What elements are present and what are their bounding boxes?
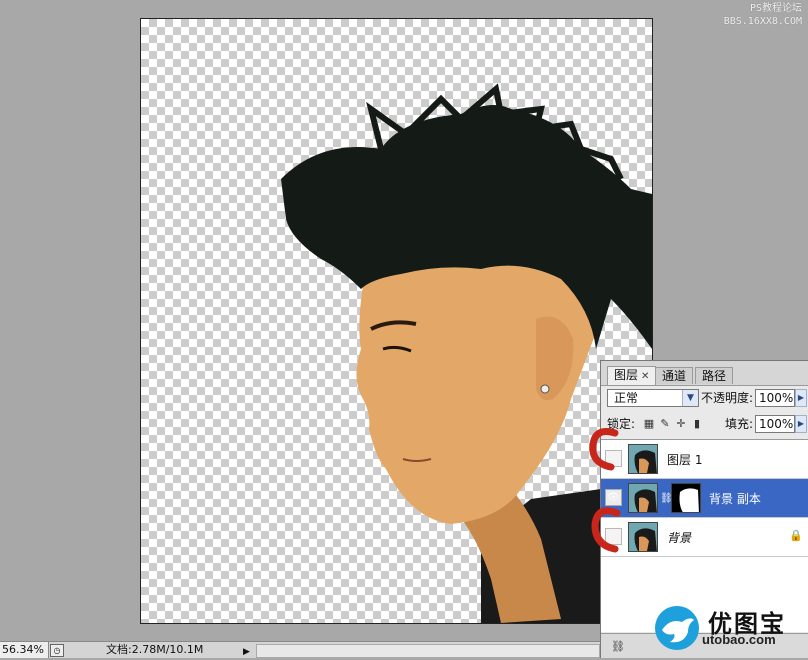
- logo-url: utobao.com: [702, 632, 776, 647]
- site-logo: 优图宝 utobao.com: [652, 604, 802, 652]
- close-icon[interactable]: ✕: [641, 371, 649, 382]
- tab-channels-label: 通道: [662, 369, 687, 383]
- status-menu-icon[interactable]: ◷: [50, 644, 64, 657]
- lock-all-icon[interactable]: ▮: [691, 418, 703, 430]
- layer-name[interactable]: 图层 1: [667, 451, 702, 468]
- link-layers-icon[interactable]: ⛓: [611, 640, 625, 653]
- fill-input[interactable]: 100%: [755, 415, 795, 433]
- tab-channels[interactable]: 通道: [655, 367, 694, 384]
- lock-brush-icon[interactable]: ✎: [659, 418, 671, 430]
- opacity-arrow-icon[interactable]: ▶: [795, 389, 807, 407]
- lock-transparency-icon[interactable]: ▦: [643, 418, 655, 430]
- blend-opacity-row: 正常 ▼ 不透明度: 100% ▶: [605, 389, 808, 409]
- document-info: 文档:2.78M/10.1M: [106, 643, 204, 656]
- status-arrow-icon[interactable]: ▶: [243, 644, 250, 660]
- bird-logo-icon: [655, 606, 699, 650]
- watermark-line1: PS教程论坛: [749, 3, 802, 14]
- opacity-label: 不透明度:: [701, 391, 754, 405]
- layer-name[interactable]: 背景 副本: [709, 490, 761, 507]
- layer-mask-thumbnail[interactable]: [671, 483, 701, 513]
- tab-paths-label: 路径: [702, 369, 727, 383]
- fill-arrow-icon[interactable]: ▶: [795, 415, 807, 433]
- document-canvas[interactable]: [140, 18, 653, 624]
- tab-layers-label: 图层: [614, 368, 639, 382]
- panel-tab-bar: 图层 ✕ 通道 路径: [601, 361, 808, 386]
- lock-icon: 🔒: [789, 529, 803, 542]
- lock-fill-row: 锁定: ▦ ✎ ✛ ▮ 填充: 100% ▶: [605, 415, 808, 436]
- tab-paths[interactable]: 路径: [695, 367, 734, 384]
- status-bar: 56.34% ◷ 文档:2.78M/10.1M ▶: [0, 641, 600, 658]
- chevron-down-icon[interactable]: ▼: [682, 390, 698, 406]
- fill-label: 填充:: [725, 417, 754, 431]
- layer-name[interactable]: 背景: [667, 529, 691, 546]
- opacity-input[interactable]: 100%: [755, 389, 795, 407]
- red-annotation-marks: [589, 428, 621, 553]
- portrait-image: [281, 83, 652, 623]
- blend-mode-value: 正常: [614, 391, 639, 405]
- horizontal-scrollbar[interactable]: [256, 644, 600, 658]
- zoom-level[interactable]: 56.34%: [0, 642, 49, 658]
- tab-layers[interactable]: 图层 ✕: [607, 366, 657, 385]
- watermark: PS教程论坛 BBS.16XX8.COM: [724, 2, 802, 28]
- watermark-line2: BBS.16XX8.COM: [723, 16, 802, 27]
- blend-mode-select[interactable]: 正常 ▼: [607, 389, 699, 407]
- lock-move-icon[interactable]: ✛: [675, 418, 687, 430]
